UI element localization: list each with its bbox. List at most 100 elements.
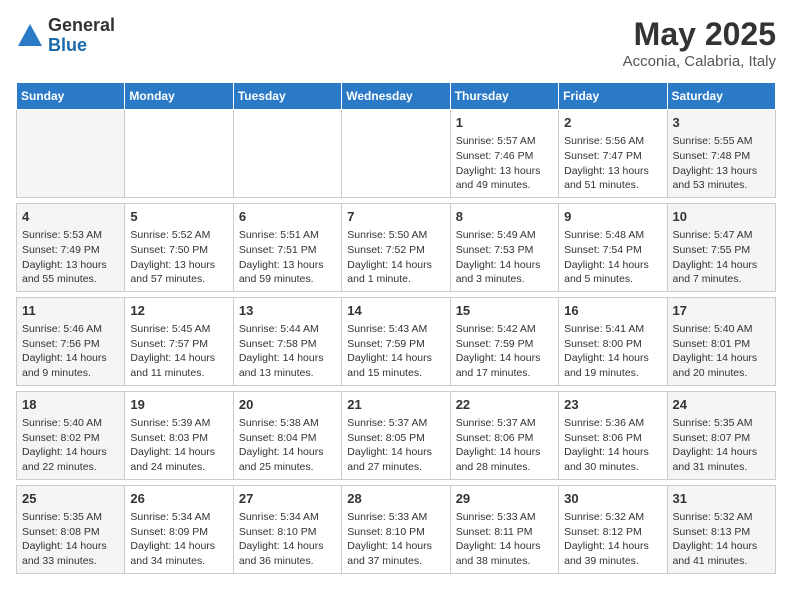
week-row-1: 1Sunrise: 5:57 AMSunset: 7:46 PMDaylight… xyxy=(17,110,776,198)
day-cell: 9 Sunrise: 5:48 AMSunset: 7:54 PMDaylight… xyxy=(559,203,667,291)
calendar-table: SundayMondayTuesdayWednesdayThursdayFrid… xyxy=(16,82,776,574)
day-info: Sunrise: 5:41 AMSunset: 8:00 PMDaylight:… xyxy=(564,322,661,381)
day-info: Sunrise: 5:34 AMSunset: 8:10 PMDaylight:… xyxy=(239,510,336,569)
day-cell: 25Sunrise: 5:35 AMSunset: 8:08 PMDayligh… xyxy=(17,485,125,573)
day-number: 4 xyxy=(22,208,119,226)
day-info: Sunrise: 5:53 AMSunset: 7:49 PMDaylight:… xyxy=(22,228,119,287)
day-number: 11 xyxy=(22,302,119,320)
day-number: 10 xyxy=(673,208,770,226)
title-block: May 2025 Acconia, Calabria, Italy xyxy=(623,16,776,70)
day-number: 28 xyxy=(347,490,444,508)
day-info: Sunrise: 5:35 AMSunset: 8:07 PMDaylight:… xyxy=(673,416,770,475)
header-row: SundayMondayTuesdayWednesdayThursdayFrid… xyxy=(17,83,776,110)
day-cell: 19Sunrise: 5:39 AMSunset: 8:03 PMDayligh… xyxy=(125,391,233,479)
day-number: 27 xyxy=(239,490,336,508)
day-cell: 28 Sunrise: 5:33 AMSunset: 8:10 PMDayligh… xyxy=(342,485,450,573)
day-info: Sunrise: 5:47 AMSunset: 7:55 PMDaylight:… xyxy=(673,228,770,287)
day-info: Sunrise: 5:36 AMSunset: 8:06 PMDaylight:… xyxy=(564,416,661,475)
week-row-5: 25Sunrise: 5:35 AMSunset: 8:08 PMDayligh… xyxy=(17,485,776,573)
day-number: 17 xyxy=(673,302,770,320)
day-cell: 27 Sunrise: 5:34 AMSunset: 8:10 PMDayligh… xyxy=(233,485,341,573)
header-cell-wednesday: Wednesday xyxy=(342,83,450,110)
day-cell: 17 Sunrise: 5:40 AMSunset: 8:01 PMDayligh… xyxy=(667,297,775,385)
day-number: 12 xyxy=(130,302,227,320)
day-info: Sunrise: 5:38 AMSunset: 8:04 PMDaylight:… xyxy=(239,416,336,475)
day-cell: 6 Sunrise: 5:51 AMSunset: 7:51 PMDaylight… xyxy=(233,203,341,291)
day-number: 7 xyxy=(347,208,444,226)
day-info: Sunrise: 5:46 AMSunset: 7:56 PMDaylight:… xyxy=(22,322,119,381)
day-number: 9 xyxy=(564,208,661,226)
logo-blue: Blue xyxy=(48,36,115,56)
day-info: Sunrise: 5:34 AMSunset: 8:09 PMDaylight:… xyxy=(130,510,227,569)
day-cell: 10 Sunrise: 5:47 AMSunset: 7:55 PMDayligh… xyxy=(667,203,775,291)
day-info: Sunrise: 5:52 AMSunset: 7:50 PMDaylight:… xyxy=(130,228,227,287)
day-cell xyxy=(233,110,341,198)
day-number: 22 xyxy=(456,396,553,414)
day-info: Sunrise: 5:49 AMSunset: 7:53 PMDaylight:… xyxy=(456,228,553,287)
week-row-4: 18 Sunrise: 5:40 AMSunset: 8:02 PMDayligh… xyxy=(17,391,776,479)
day-info: Sunrise: 5:33 AMSunset: 8:11 PMDaylight:… xyxy=(456,510,553,569)
logo-text: General Blue xyxy=(48,16,115,56)
day-info: Sunrise: 5:33 AMSunset: 8:10 PMDaylight:… xyxy=(347,510,444,569)
header-cell-sunday: Sunday xyxy=(17,83,125,110)
day-cell: 18 Sunrise: 5:40 AMSunset: 8:02 PMDayligh… xyxy=(17,391,125,479)
day-cell: 1Sunrise: 5:57 AMSunset: 7:46 PMDaylight… xyxy=(450,110,558,198)
day-number: 3 xyxy=(673,114,770,132)
day-cell: 4 Sunrise: 5:53 AMSunset: 7:49 PMDaylight… xyxy=(17,203,125,291)
day-number: 24 xyxy=(673,396,770,414)
day-cell: 21Sunrise: 5:37 AMSunset: 8:05 PMDayligh… xyxy=(342,391,450,479)
header-cell-tuesday: Tuesday xyxy=(233,83,341,110)
day-number: 20 xyxy=(239,396,336,414)
day-cell: 13Sunrise: 5:44 AMSunset: 7:58 PMDayligh… xyxy=(233,297,341,385)
day-cell: 7 Sunrise: 5:50 AMSunset: 7:52 PMDaylight… xyxy=(342,203,450,291)
day-info: Sunrise: 5:40 AMSunset: 8:01 PMDaylight:… xyxy=(673,322,770,381)
day-cell: 16 Sunrise: 5:41 AMSunset: 8:00 PMDayligh… xyxy=(559,297,667,385)
header-cell-saturday: Saturday xyxy=(667,83,775,110)
day-cell: 8 Sunrise: 5:49 AMSunset: 7:53 PMDaylight… xyxy=(450,203,558,291)
day-number: 5 xyxy=(130,208,227,226)
day-cell: 26 Sunrise: 5:34 AMSunset: 8:09 PMDayligh… xyxy=(125,485,233,573)
day-cell: 3Sunrise: 5:55 AMSunset: 7:48 PMDaylight… xyxy=(667,110,775,198)
day-info: Sunrise: 5:56 AMSunset: 7:47 PMDaylight:… xyxy=(564,134,661,193)
day-cell: 12Sunrise: 5:45 AMSunset: 7:57 PMDayligh… xyxy=(125,297,233,385)
day-cell: 5 Sunrise: 5:52 AMSunset: 7:50 PMDaylight… xyxy=(125,203,233,291)
day-info: Sunrise: 5:50 AMSunset: 7:52 PMDaylight:… xyxy=(347,228,444,287)
day-info: Sunrise: 5:37 AMSunset: 8:05 PMDaylight:… xyxy=(347,416,444,475)
calendar-subtitle: Acconia, Calabria, Italy xyxy=(623,53,776,70)
day-number: 16 xyxy=(564,302,661,320)
day-number: 19 xyxy=(130,396,227,414)
calendar-header: SundayMondayTuesdayWednesdayThursdayFrid… xyxy=(17,83,776,110)
day-info: Sunrise: 5:48 AMSunset: 7:54 PMDaylight:… xyxy=(564,228,661,287)
day-cell: 20 Sunrise: 5:38 AMSunset: 8:04 PMDayligh… xyxy=(233,391,341,479)
day-cell: 15 Sunrise: 5:42 AMSunset: 7:59 PMDayligh… xyxy=(450,297,558,385)
day-info: Sunrise: 5:42 AMSunset: 7:59 PMDaylight:… xyxy=(456,322,553,381)
logo-icon xyxy=(16,22,44,50)
day-info: Sunrise: 5:32 AMSunset: 8:12 PMDaylight:… xyxy=(564,510,661,569)
day-cell: 2 Sunrise: 5:56 AMSunset: 7:47 PMDaylight… xyxy=(559,110,667,198)
day-number: 15 xyxy=(456,302,553,320)
header-cell-monday: Monday xyxy=(125,83,233,110)
day-number: 18 xyxy=(22,396,119,414)
day-number: 26 xyxy=(130,490,227,508)
day-cell: 30Sunrise: 5:32 AMSunset: 8:12 PMDayligh… xyxy=(559,485,667,573)
day-number: 8 xyxy=(456,208,553,226)
day-info: Sunrise: 5:35 AMSunset: 8:08 PMDaylight:… xyxy=(22,510,119,569)
day-cell: 22 Sunrise: 5:37 AMSunset: 8:06 PMDayligh… xyxy=(450,391,558,479)
day-number: 14 xyxy=(347,302,444,320)
day-cell xyxy=(17,110,125,198)
day-info: Sunrise: 5:32 AMSunset: 8:13 PMDaylight:… xyxy=(673,510,770,569)
day-info: Sunrise: 5:44 AMSunset: 7:58 PMDaylight:… xyxy=(239,322,336,381)
day-info: Sunrise: 5:37 AMSunset: 8:06 PMDaylight:… xyxy=(456,416,553,475)
day-cell: 24 Sunrise: 5:35 AMSunset: 8:07 PMDayligh… xyxy=(667,391,775,479)
logo: General Blue xyxy=(16,16,115,56)
day-info: Sunrise: 5:43 AMSunset: 7:59 PMDaylight:… xyxy=(347,322,444,381)
day-cell: 14 Sunrise: 5:43 AMSunset: 7:59 PMDayligh… xyxy=(342,297,450,385)
day-number: 23 xyxy=(564,396,661,414)
day-cell: 29 Sunrise: 5:33 AMSunset: 8:11 PMDayligh… xyxy=(450,485,558,573)
day-number: 2 xyxy=(564,114,661,132)
day-number: 1 xyxy=(456,114,553,132)
day-number: 29 xyxy=(456,490,553,508)
day-info: Sunrise: 5:51 AMSunset: 7:51 PMDaylight:… xyxy=(239,228,336,287)
day-info: Sunrise: 5:40 AMSunset: 8:02 PMDaylight:… xyxy=(22,416,119,475)
day-number: 6 xyxy=(239,208,336,226)
